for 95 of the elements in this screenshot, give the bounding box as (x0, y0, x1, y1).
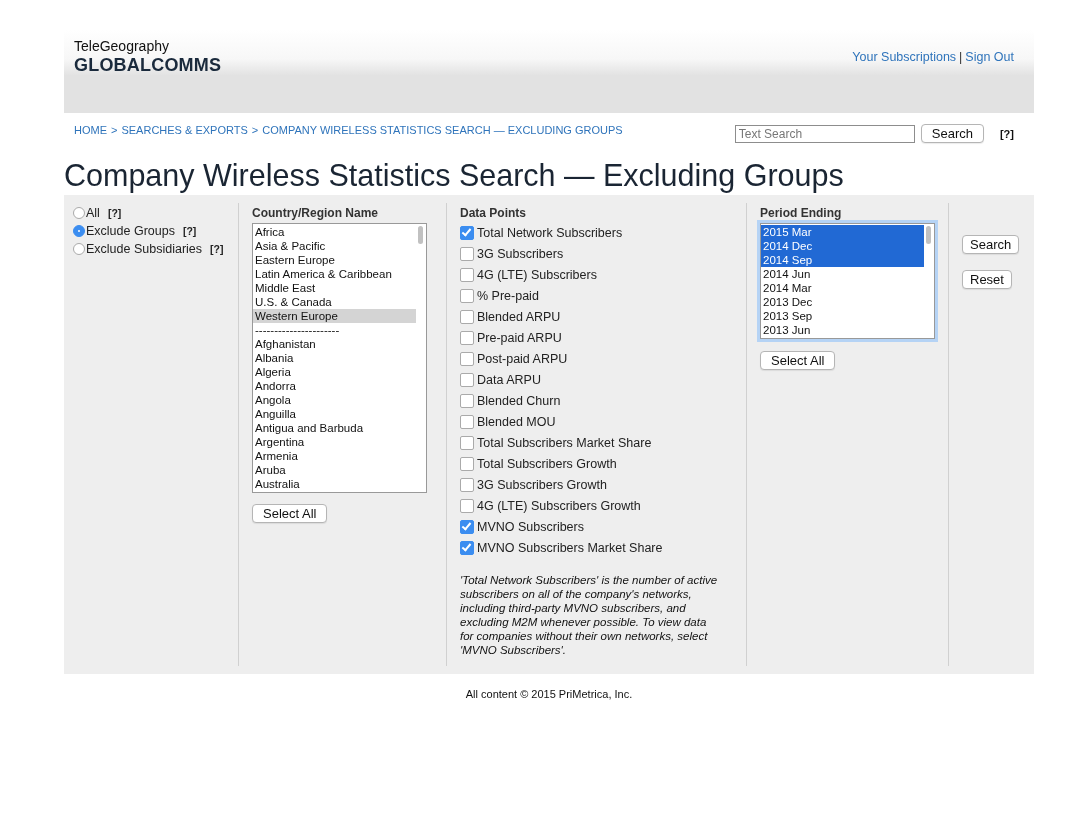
breadcrumb-link[interactable]: SEARCHES & EXPORTS (121, 124, 248, 136)
checkbox-label[interactable]: % Pre-paid (477, 288, 539, 303)
list-option[interactable]: 2015 Mar (761, 225, 924, 239)
checkbox-label[interactable]: Data ARPU (477, 372, 541, 387)
radio-button[interactable] (73, 207, 85, 219)
checkbox[interactable] (460, 225, 474, 240)
checkbox-label[interactable]: Total Network Subscribers (477, 225, 623, 240)
checkbox[interactable] (460, 393, 474, 408)
copyright-text: All content © 2015 PriMetrica, Inc. (465, 688, 633, 700)
checkbox[interactable] (460, 540, 474, 555)
link-separator: | (959, 50, 963, 64)
checkbox-label[interactable]: Blended ARPU (477, 309, 561, 324)
checkbox-label[interactable]: Blended MOU (477, 414, 556, 429)
list-option[interactable]: Australia (253, 477, 416, 491)
sign-out-link[interactable]: Sign Out (965, 50, 1014, 64)
product-logo-text: GLOBALCOMMS (74, 54, 222, 76)
list-option[interactable]: Aruba (253, 463, 416, 477)
breadcrumb-separator: > (111, 124, 118, 136)
checkbox[interactable] (460, 435, 474, 450)
checkbox[interactable] (460, 498, 474, 513)
reset-button[interactable]: Reset (962, 270, 1012, 289)
list-option[interactable]: Anguilla (253, 407, 416, 421)
list-option[interactable]: Latin America & Caribbean (253, 267, 416, 281)
data-points-note: 'Total Network Subscribers' is the number of active subscribers on all of the company's networks, including third-party MVNO subscribers, and excluding M2M whenever possible. To view data for companies without their own networks, select 'MVNO Subscribers'. (460, 573, 719, 657)
help-link[interactable]: [?] (182, 225, 197, 237)
search-button[interactable]: Search (962, 235, 1020, 254)
checkbox[interactable] (460, 309, 474, 324)
list-option[interactable]: Antigua and Barbuda (253, 421, 416, 435)
list-option[interactable]: 2013 Jun (761, 323, 924, 337)
list-option[interactable]: 2014 Sep (761, 253, 924, 267)
checkbox-label[interactable]: Total Subscribers Growth (477, 456, 617, 471)
list-option[interactable]: Eastern Europe (253, 253, 416, 267)
checkbox[interactable] (460, 372, 474, 387)
checkbox[interactable] (460, 246, 474, 261)
checkbox-label[interactable]: 3G Subscribers Growth (477, 477, 607, 492)
list-option[interactable]: Afghanistan (253, 337, 416, 351)
radio-label[interactable]: Exclude Subsidiaries (86, 242, 203, 256)
scrollbar-thumb[interactable] (926, 226, 931, 244)
checkbox[interactable] (460, 477, 474, 492)
checkbox-label[interactable]: MVNO Subscribers Market Share (477, 540, 663, 555)
help-link[interactable]: [?] (107, 207, 122, 219)
checkbox[interactable] (460, 288, 474, 303)
select-all-button[interactable]: Select All (252, 504, 328, 523)
column-heading: Data Points (460, 206, 527, 220)
breadcrumb-separator: > (251, 124, 259, 136)
breadcrumb-link[interactable]: COMPANY WIRELESS STATISTICS SEARCH — EXCLUDING GROUPS (262, 124, 623, 136)
column-heading: Country/Region Name (252, 206, 379, 220)
checkbox[interactable] (460, 414, 474, 429)
list-option[interactable]: ---------------------- (253, 323, 416, 337)
list-option[interactable]: Angola (253, 393, 416, 407)
list-option[interactable]: Middle East (253, 281, 416, 295)
multi-select-list[interactable] (252, 223, 427, 493)
list-option[interactable]: Africa (253, 225, 416, 239)
list-option[interactable]: Western Europe (253, 309, 416, 323)
search-button[interactable]: Search (920, 124, 984, 143)
checkbox[interactable] (460, 330, 474, 345)
checkbox[interactable] (460, 351, 474, 366)
checkbox-label[interactable]: 4G (LTE) Subscribers Growth (477, 498, 641, 513)
multi-select-list[interactable]: 2015 Mar 2014 Dec 2014 Sep 2014 Jun 2014 Mar 2013 Dec 2013 Sep 2013 Jun (760, 223, 935, 339)
list-option[interactable]: 2014 Mar (761, 281, 924, 295)
checkbox-label[interactable]: Blended Churn (477, 393, 561, 408)
list-option[interactable]: U.S. & Canada (253, 295, 416, 309)
checkbox-label[interactable]: Total Subscribers Market Share (477, 435, 652, 450)
list-option[interactable]: Albania (253, 351, 416, 365)
text-search-field[interactable]: Text Search (734, 124, 915, 143)
column-heading: Period Ending (760, 206, 843, 220)
scrollbar-thumb[interactable] (418, 226, 423, 244)
checkbox-label[interactable]: 3G Subscribers (477, 246, 564, 261)
list-option[interactable]: 2013 Sep (761, 309, 924, 323)
checkbox[interactable] (460, 456, 474, 471)
list-option[interactable]: 2013 Dec (761, 295, 924, 309)
help-link[interactable]: [?] (210, 243, 224, 255)
checkbox-label[interactable]: MVNO Subscribers (477, 519, 584, 534)
checkbox[interactable] (460, 267, 474, 282)
radio-button[interactable] (73, 243, 85, 255)
list-option[interactable]: Argentina (253, 435, 416, 449)
list-option[interactable]: 2014 Jun (761, 267, 924, 281)
subscriptions-link[interactable]: Your Subscriptions (852, 50, 957, 64)
select-all-button[interactable]: Select All (760, 351, 836, 370)
brand-name: TeleGeography (74, 39, 170, 54)
checkbox[interactable] (460, 519, 474, 534)
list-option[interactable]: Andorra (253, 379, 416, 393)
list-option[interactable]: Asia & Pacific (253, 239, 416, 253)
checkbox-label[interactable]: Post-paid ARPU (477, 351, 568, 366)
page-title: Company Wireless Statistics Search — Excluding Groups (64, 157, 845, 195)
list-option[interactable]: 2014 Dec (761, 239, 924, 253)
breadcrumb-link[interactable]: HOME (74, 124, 107, 136)
list-option[interactable]: Armenia (253, 449, 416, 463)
checkbox-label[interactable]: Pre-paid ARPU (477, 330, 562, 345)
help-link[interactable]: [?] (999, 127, 1014, 140)
checkbox-label[interactable]: 4G (LTE) Subscribers (477, 267, 597, 282)
radio-label[interactable]: All (86, 206, 100, 220)
list-option[interactable]: Algeria (253, 365, 416, 379)
radio-label[interactable]: Exclude Groups (86, 224, 175, 238)
radio-button[interactable] (73, 225, 85, 237)
